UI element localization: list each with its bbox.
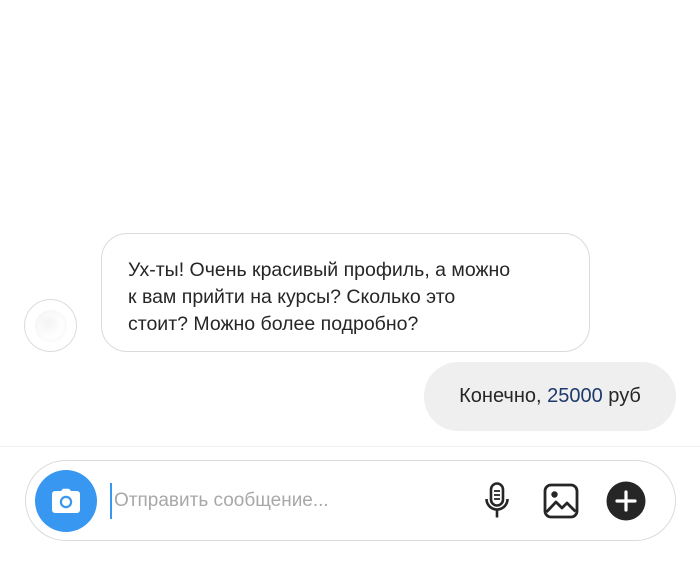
sender-avatar[interactable] <box>24 299 77 352</box>
camera-button[interactable] <box>35 470 97 532</box>
received-message-bubble[interactable]: Ух-ты! Очень красивый профиль, а можно к… <box>101 233 590 352</box>
received-message-line: Ух-ты! Очень красивый профиль, а можно <box>128 259 511 281</box>
microphone-button[interactable] <box>477 481 517 521</box>
sent-message-suffix: руб <box>602 385 641 407</box>
sent-message-prefix: Конечно, <box>459 385 548 407</box>
received-message-line: к вам прийти на курсы? Сколько это <box>128 286 456 308</box>
gallery-icon <box>543 483 579 519</box>
more-button[interactable] <box>606 481 646 521</box>
plus-icon <box>606 481 646 521</box>
microphone-icon <box>485 482 509 518</box>
message-composer <box>25 460 676 541</box>
gallery-button[interactable] <box>541 481 581 521</box>
message-input[interactable] <box>110 483 454 519</box>
avatar-image <box>35 310 67 342</box>
camera-icon <box>52 488 80 513</box>
sent-message-bubble[interactable]: Конечно, 25000 руб <box>424 362 676 431</box>
composer-divider <box>0 446 700 447</box>
sent-message-amount: 25000 <box>547 385 603 407</box>
received-message-line: стоит? Можно более подробно? <box>128 313 419 335</box>
